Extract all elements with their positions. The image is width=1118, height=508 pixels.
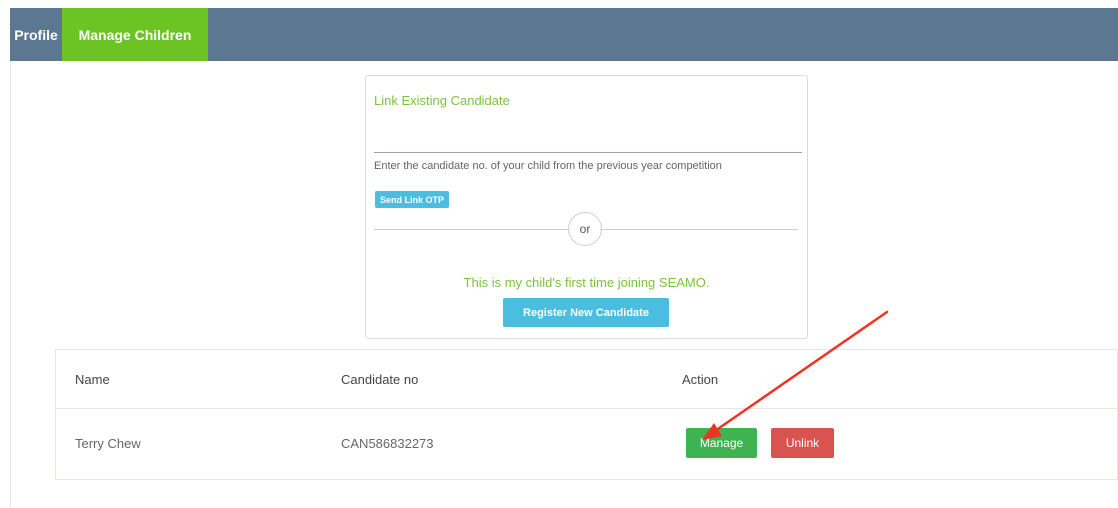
divider-left	[374, 229, 568, 230]
send-link-otp-button[interactable]: Send Link OTP	[375, 191, 450, 208]
first-time-text: This is my child's first time joining SE…	[463, 275, 710, 290]
link-candidate-card: Link Existing Candidate Enter the candid…	[365, 75, 808, 339]
tab-profile[interactable]: Profile	[10, 8, 62, 61]
candidate-no-input[interactable]	[374, 124, 802, 153]
child-name: Terry Chew	[75, 436, 141, 451]
table-row: Terry Chew CAN586832273 Manage Unlink	[56, 409, 1117, 479]
candidate-number: CAN586832273	[341, 436, 434, 451]
divider-right	[600, 229, 798, 230]
unlink-button[interactable]: Unlink	[771, 428, 834, 458]
manage-button[interactable]: Manage	[686, 428, 757, 458]
children-table: Name Candidate no Action Terry Chew CAN5…	[55, 349, 1118, 480]
header-candidate-no: Candidate no	[341, 372, 419, 387]
header-name: Name	[75, 372, 110, 387]
register-new-candidate-button[interactable]: Register New Candidate	[503, 298, 669, 327]
link-card-title: Link Existing Candidate	[374, 93, 510, 108]
table-header-row: Name Candidate no Action	[56, 350, 1117, 409]
header-action: Action	[682, 372, 719, 387]
top-nav-bar: Profile Manage Children	[10, 8, 1118, 61]
candidate-no-help-text: Enter the candidate no. of your child fr…	[374, 160, 722, 172]
tab-manage-children[interactable]: Manage Children	[62, 8, 208, 61]
or-separator: or	[568, 212, 602, 246]
